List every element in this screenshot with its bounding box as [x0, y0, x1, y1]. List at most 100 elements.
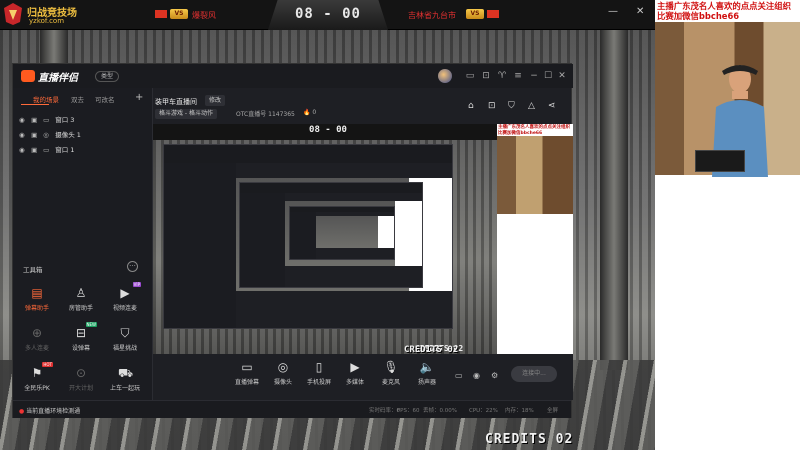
bitrate-stat: 实时码率：0: [369, 408, 400, 414]
tab-scene-3[interactable]: 可改名: [95, 94, 115, 104]
player1-badge: VS: [170, 9, 188, 19]
player1-name: 爆裂风: [192, 11, 216, 20]
video-link-icon: ▶: [120, 286, 130, 300]
tool-label: 上车一起玩: [109, 385, 140, 392]
lock-icon[interactable]: ▣: [31, 146, 41, 154]
nested-preview-window: [238, 181, 424, 288]
tab-my-scenes[interactable]: 我的场景: [33, 94, 59, 104]
record-icon[interactable]: ▭: [455, 371, 463, 380]
tool-room-manager[interactable]: ♙ 房管助手: [59, 286, 103, 312]
source-item[interactable]: ◉ ▣ ◎ 摄像头 1: [19, 129, 147, 141]
scene-sidebar: 我的场景 双去 可改名 + ◉ ▣ ▭ 窗口 3 ◉ ▣ ◎ 摄像头 1 ◉ ▣…: [13, 88, 153, 400]
tool-multi-link[interactable]: ⊕ 多人连麦: [15, 326, 59, 352]
background-pillar: [600, 30, 628, 370]
eye-icon[interactable]: ◉: [19, 116, 29, 124]
phone-cast-icon: ▯: [315, 360, 323, 374]
window-icon: ▭: [43, 116, 50, 124]
minimize-icon[interactable]: −: [529, 71, 539, 81]
maximize-icon[interactable]: ☐: [543, 71, 553, 81]
status-warning[interactable]: ● 当前直播环境检测通: [19, 406, 80, 415]
message-icon[interactable]: ▭: [465, 71, 475, 81]
tool-set-danmaku[interactable]: NEW ⊟ 设弹幕: [59, 322, 103, 352]
room-category-button[interactable]: 格斗游戏 - 格斗动作: [155, 109, 217, 119]
preview-score: 08 - 00: [309, 125, 347, 135]
shield-icon[interactable]: ⛉: [508, 101, 515, 111]
close-icon[interactable]: ✕: [557, 71, 567, 81]
nested-preview-window: [163, 144, 453, 329]
speaker-button[interactable]: 🔈 扬声器: [409, 360, 445, 386]
eye-icon[interactable]: ◉: [19, 131, 29, 139]
tool-label: 全民乐PK: [24, 385, 50, 392]
control-label: 摄像头: [273, 379, 292, 386]
webcam-panel: 主播广东茂名人喜欢的点点关注组织比赛加微信bbche66: [655, 0, 800, 450]
go-live-button[interactable]: 连接中...: [511, 366, 557, 382]
cpu-stat: CPU：22%: [469, 408, 498, 414]
camera-icon: ◎: [43, 131, 49, 139]
add-scene-button[interactable]: +: [135, 92, 143, 103]
eye-icon[interactable]: ◉: [19, 146, 29, 154]
brand-url: yzkof.com: [29, 17, 65, 25]
fullscreen-button[interactable]: 全屏: [547, 406, 558, 414]
tool-pk[interactable]: HOT ⚑ 全民乐PK: [15, 362, 59, 392]
tool-label: 视频连麦: [112, 305, 137, 312]
shop-icon[interactable]: ⌂: [468, 101, 474, 111]
room-manager-icon: ♙: [75, 286, 87, 300]
tool-label: 福星挑战: [112, 345, 137, 352]
share-icon[interactable]: ⋖: [548, 101, 556, 111]
tool-car[interactable]: ⛟ 上车一起玩: [103, 366, 147, 392]
control-label: 扬声器: [417, 379, 436, 386]
source-item[interactable]: ◉ ▣ ▭ 窗口 3: [19, 114, 147, 126]
avatar[interactable]: [438, 69, 452, 83]
lock-icon[interactable]: ▣: [31, 131, 41, 139]
microphone-button[interactable]: 🎙 麦克风: [373, 360, 409, 386]
credits-text: CREDITS 02: [404, 345, 459, 355]
toolbox-label: 工具箱: [23, 266, 43, 274]
app-logo-icon: [21, 70, 35, 82]
preview-webcam: 主播广东茂名人喜欢的点点关注组织比赛加微信bbche66: [497, 124, 573, 354]
room-heat: 🔥 0: [303, 109, 317, 116]
bell-icon[interactable]: △: [528, 101, 535, 111]
stream-preview[interactable]: 08 - 00 主播广东茂名人喜欢的点点关注组织比赛加微信bbche66 CRE…: [153, 124, 573, 354]
tab-scene-2[interactable]: 双去: [71, 94, 84, 104]
lock-icon[interactable]: ▣: [31, 116, 41, 124]
tool-label: 开大计划: [68, 385, 93, 392]
danmaku-button[interactable]: ▭ 直播弹幕: [229, 360, 265, 386]
close-button[interactable]: ✕: [636, 6, 644, 17]
menu-icon[interactable]: ≡: [513, 71, 523, 81]
phone-cast-button[interactable]: ▯ 手机投屏: [301, 360, 337, 386]
preview-webcam-caption: 主播广东茂名人喜欢的点点关注组织比赛加微信bbche66: [498, 125, 570, 136]
plan-icon: ⊙: [75, 366, 87, 380]
danmaku-helper-icon: ▤: [31, 286, 43, 300]
hot-badge: HOT: [42, 362, 53, 367]
source-label: 窗口 1: [55, 146, 75, 154]
toolbox-more-button[interactable]: ···: [127, 261, 138, 272]
eye-icon[interactable]: ◉: [473, 371, 480, 380]
tool-lucky-challenge[interactable]: ⛉ 福星挑战: [103, 326, 147, 352]
control-label: 多媒体: [345, 379, 364, 386]
media-button[interactable]: ▶ 多媒体: [337, 360, 373, 386]
memory-stat: 内存：18%: [505, 408, 534, 414]
vip-badge: VIP: [132, 282, 141, 287]
tool-label: 房管助手: [68, 305, 93, 312]
app-type-button[interactable]: 类型: [95, 71, 120, 82]
camera-button[interactable]: ◎ 摄像头: [265, 360, 301, 386]
tool-plan[interactable]: ⊙ 开大计划: [59, 366, 103, 392]
tool-video-link[interactable]: VIP ▶ 视频连麦: [103, 282, 147, 312]
gear-icon[interactable]: ⚙: [491, 371, 498, 380]
car-icon: ⛟: [118, 366, 134, 380]
preview-scoreboard: 08 - 00: [153, 124, 498, 140]
unlock-icon[interactable]: ⊡: [488, 101, 496, 111]
minimize-button[interactable]: —: [608, 6, 618, 17]
shirt-icon[interactable]: ♈: [497, 71, 507, 81]
control-label: 麦克风: [381, 379, 400, 386]
camera-icon: ◎: [277, 360, 289, 374]
brand-logo-icon: [4, 3, 22, 25]
gift-icon[interactable]: ⊡: [481, 71, 491, 81]
danmaku-icon: ▭: [241, 360, 253, 374]
tool-label: 弹幕助手: [24, 305, 49, 312]
source-item[interactable]: ◉ ▣ ▭ 窗口 1: [19, 144, 147, 156]
dropped-frames-stat: 丢帧：0.00%: [423, 408, 457, 414]
edit-room-button[interactable]: 修改: [205, 95, 226, 106]
tool-danmaku-helper[interactable]: ▤ 弹幕助手: [15, 286, 59, 312]
webcam-caption: 主播广东茂名人喜欢的点点关注组织比赛加微信bbche66: [655, 0, 800, 22]
